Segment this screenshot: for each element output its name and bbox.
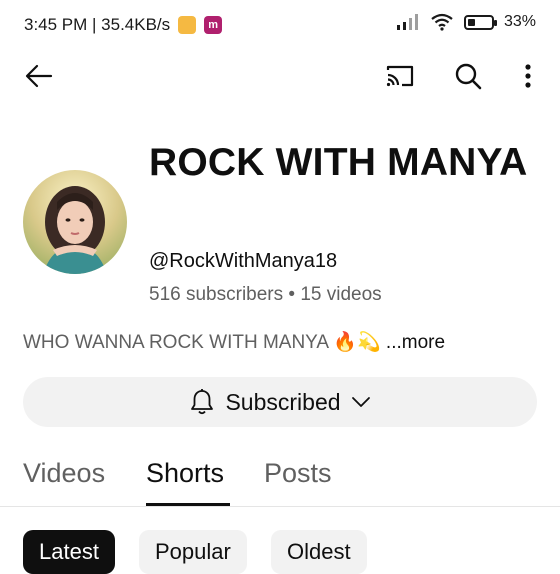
cast-button[interactable] [380,56,420,96]
channel-avatar[interactable] [23,170,127,274]
cast-icon [386,65,414,87]
subscribed-label: Subscribed [225,388,341,415]
search-button[interactable] [448,56,488,96]
channel-handle: @RockWithManya18 [149,250,338,272]
filter-latest[interactable]: Latest [23,530,115,574]
bell-icon [191,389,214,415]
more-options-button[interactable] [508,56,548,96]
battery-icon [463,14,497,30]
subscribed-button[interactable]: Subscribed [23,377,537,427]
channel-stats: 516 subscribers • 15 videos [149,284,382,305]
tab-posts[interactable]: Posts [264,458,332,489]
active-tab-indicator [146,503,230,506]
avatar-image [23,170,127,274]
battery-level [467,18,475,26]
more-vert-icon [525,64,531,88]
status-bar: 3:45 PM | 35.4KB/s m 33% [24,13,536,34]
wifi-icon [431,13,453,31]
search-icon [455,63,482,90]
filter-oldest[interactable]: Oldest [271,530,367,574]
tab-shorts[interactable]: Shorts [146,458,224,489]
more-link[interactable]: ...more [381,332,445,353]
status-time-speed: 3:45 PM | 35.4KB/s [24,15,171,34]
filter-popular[interactable]: Popular [139,530,247,574]
app-bar [0,52,560,100]
battery-percent: 33 [503,13,522,30]
description-text: WHO WANNA ROCK WITH MANYA 🔥💫 [23,332,381,353]
tab-videos[interactable]: Videos [23,458,105,489]
message-app-icon [178,16,197,34]
app-notification-icon: m [204,16,223,34]
back-button[interactable] [19,56,59,96]
channel-tabs: Videos Shorts Posts [0,448,560,507]
channel-name: ROCK WITH MANYA [149,141,528,184]
channel-description[interactable]: WHO WANNA ROCK WITH MANYA 🔥💫 ...more [23,330,445,354]
back-arrow-icon [25,64,53,88]
signal-icon [396,14,418,30]
chevron-down-icon [351,397,370,407]
